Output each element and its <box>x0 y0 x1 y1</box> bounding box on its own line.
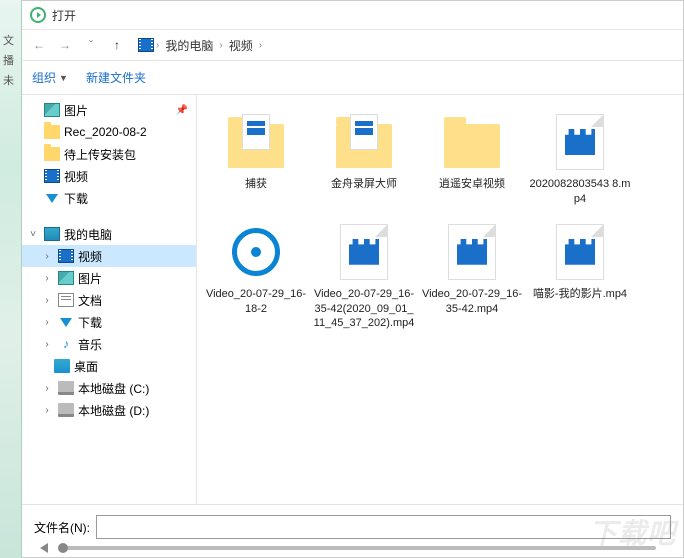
breadcrumb[interactable]: › 我的电脑 › 视频 › <box>138 35 677 56</box>
file-item[interactable]: 喵影-我的影片.mp4 <box>527 217 633 338</box>
expand-icon[interactable]: › <box>40 273 54 284</box>
media-icon <box>232 228 280 276</box>
back-button[interactable]: ← <box>28 34 50 56</box>
main-area: 图片📌 Rec_2020-08-2 待上传安装包 视频 下载 ˅我的电脑 ›视频… <box>22 95 683 504</box>
crumb-video[interactable]: 视频 <box>225 35 257 56</box>
file-list[interactable]: 捕获 金舟录屏大师 逍遥安卓视频 2020082803543 8.mp4 Vid… <box>197 95 683 504</box>
pictures-icon <box>44 103 60 117</box>
open-dialog: 打开 ← → ˇ ↑ › 我的电脑 › 视频 › 组织▼ 新建文件夹 图片📌 R… <box>22 0 684 558</box>
file-label: 捕获 <box>245 177 267 192</box>
file-item[interactable]: 2020082803543 8.mp4 <box>527 107 633 213</box>
mp4-icon <box>448 224 496 280</box>
mp4-icon <box>556 224 604 280</box>
quick-pictures[interactable]: 图片📌 <box>22 99 196 121</box>
tree-video[interactable]: ›视频 <box>22 245 196 267</box>
file-label: 2020082803543 8.mp4 <box>529 177 631 207</box>
file-label: 逍遥安卓视频 <box>439 177 505 192</box>
video-icon <box>44 169 60 183</box>
prev-icon[interactable] <box>40 543 48 553</box>
folder-item[interactable]: 逍遥安卓视频 <box>419 107 525 213</box>
expand-icon[interactable]: › <box>40 295 54 306</box>
drive-icon <box>58 381 74 395</box>
folder-icon <box>444 124 500 168</box>
folder-item[interactable]: 金舟录屏大师 <box>311 107 417 213</box>
video-library-icon <box>138 38 154 52</box>
crumb-mypc[interactable]: 我的电脑 <box>161 35 217 56</box>
tree-drive-c[interactable]: ›本地磁盘 (C:) <box>22 377 196 399</box>
file-label: 喵影-我的影片.mp4 <box>533 287 627 302</box>
expand-icon[interactable]: › <box>40 339 54 350</box>
pc-icon <box>44 227 60 241</box>
file-item[interactable]: Video_20-07-29_16-35-42(2020_09_01_11_45… <box>311 217 417 338</box>
quick-downloads[interactable]: 下载 <box>22 187 196 209</box>
strip-char: 播 <box>0 50 21 70</box>
filename-input[interactable] <box>96 515 671 539</box>
download-icon <box>46 194 58 203</box>
tree-music[interactable]: ›♪音乐 <box>22 333 196 355</box>
collapse-icon[interactable]: ˅ <box>26 229 40 240</box>
toolbar: 组织▼ 新建文件夹 <box>22 61 683 95</box>
seek-slider[interactable] <box>58 546 656 550</box>
filename-label: 文件名(N): <box>34 519 90 536</box>
history-caret-icon[interactable]: ˇ <box>80 34 102 56</box>
folder-icon <box>44 125 60 139</box>
app-left-strip: 文 播 未 <box>0 0 22 558</box>
navbar: ← → ˇ ↑ › 我的电脑 › 视频 › <box>22 29 683 61</box>
document-icon <box>58 293 74 307</box>
strip-char: 未 <box>0 70 21 90</box>
organize-menu[interactable]: 组织▼ <box>32 69 68 86</box>
tree-downloads[interactable]: ›下载 <box>22 311 196 333</box>
forward-button[interactable]: → <box>54 34 76 56</box>
player-bar <box>22 538 684 558</box>
tree-desktop[interactable]: 桌面 <box>22 355 196 377</box>
app-icon <box>30 7 46 23</box>
file-label: Video_20-07-29_16-35-42.mp4 <box>421 287 523 317</box>
file-label: Video_20-07-29_16-18-2 <box>205 287 307 317</box>
tree-mypc[interactable]: ˅我的电脑 <box>22 223 196 245</box>
folder-icon <box>228 124 284 168</box>
quick-upload[interactable]: 待上传安装包 <box>22 143 196 165</box>
tree-docs[interactable]: ›文档 <box>22 289 196 311</box>
folder-icon <box>336 124 392 168</box>
tree-pictures[interactable]: ›图片 <box>22 267 196 289</box>
strip-char: 文 <box>0 30 21 50</box>
expand-icon[interactable]: › <box>40 251 54 262</box>
nav-tree[interactable]: 图片📌 Rec_2020-08-2 待上传安装包 视频 下载 ˅我的电脑 ›视频… <box>22 95 197 504</box>
up-button[interactable]: ↑ <box>106 34 128 56</box>
expand-icon[interactable]: › <box>40 383 54 394</box>
expand-icon[interactable]: › <box>40 405 54 416</box>
pin-icon: 📌 <box>176 105 188 116</box>
mp4-icon <box>556 114 604 170</box>
folder-icon <box>44 147 60 161</box>
file-label: 金舟录屏大师 <box>331 177 397 192</box>
chevron-down-icon: ▼ <box>59 73 68 83</box>
quick-video[interactable]: 视频 <box>22 165 196 187</box>
dialog-title: 打开 <box>52 7 76 24</box>
mp4-icon <box>340 224 388 280</box>
video-icon <box>58 249 74 263</box>
titlebar: 打开 <box>22 1 683 29</box>
chevron-right-icon: › <box>219 40 222 51</box>
new-folder-button[interactable]: 新建文件夹 <box>86 69 146 86</box>
folder-item[interactable]: 捕获 <box>203 107 309 213</box>
file-item[interactable]: Video_20-07-29_16-35-42.mp4 <box>419 217 525 338</box>
music-icon: ♪ <box>58 337 74 351</box>
file-item[interactable]: Video_20-07-29_16-18-2 <box>203 217 309 338</box>
tree-drive-d[interactable]: ›本地磁盘 (D:) <box>22 399 196 421</box>
expand-icon[interactable]: › <box>40 317 54 328</box>
chevron-right-icon: › <box>259 40 262 51</box>
desktop-icon <box>54 359 70 373</box>
pictures-icon <box>58 271 74 285</box>
quick-rec[interactable]: Rec_2020-08-2 <box>22 121 196 143</box>
download-icon <box>60 318 72 327</box>
chevron-right-icon: › <box>156 40 159 51</box>
file-label: Video_20-07-29_16-35-42(2020_09_01_11_45… <box>313 287 415 332</box>
drive-icon <box>58 403 74 417</box>
